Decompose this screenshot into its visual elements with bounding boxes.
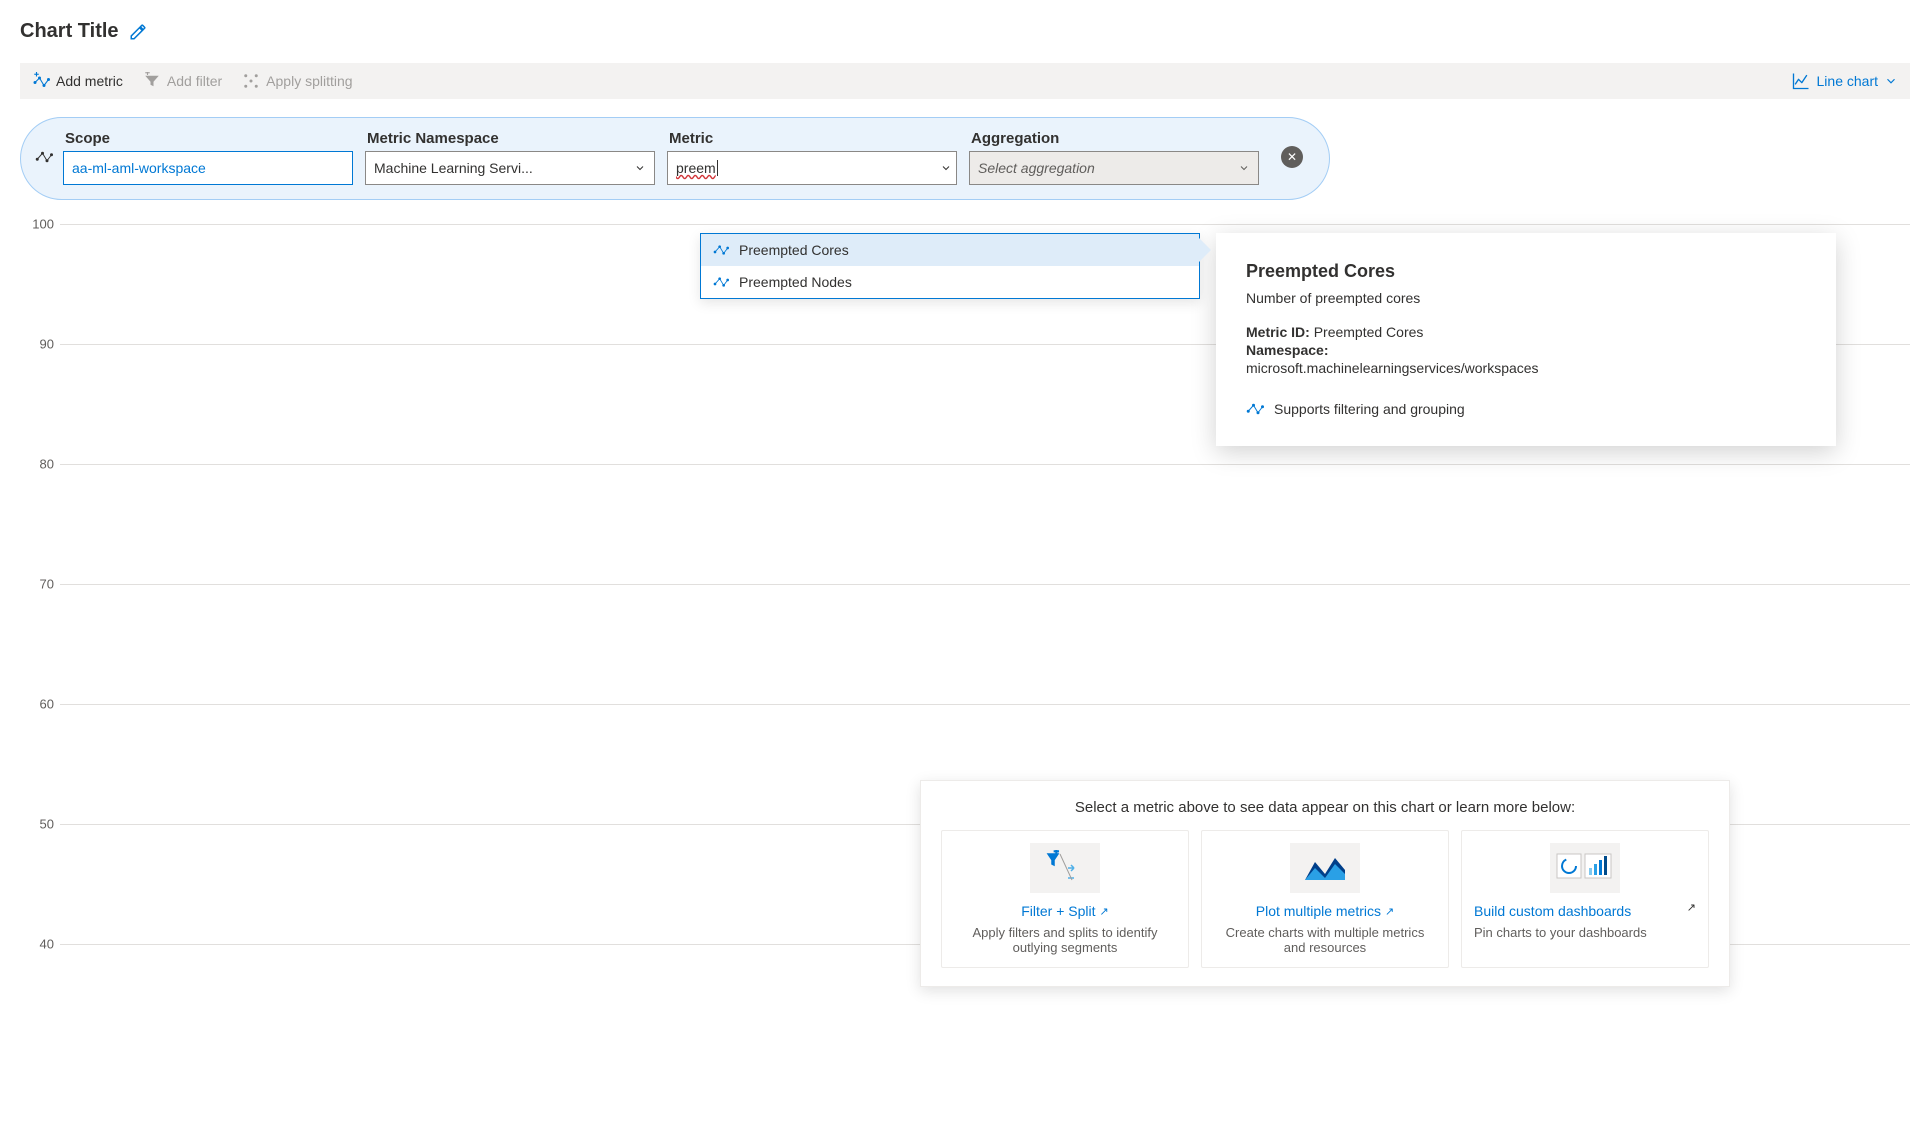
y-axis-tick-label: 100: [20, 217, 54, 232]
dropdown-item-label: Preempted Nodes: [739, 274, 852, 290]
aggregation-select[interactable]: Select aggregation: [969, 151, 1259, 185]
add-metric-button[interactable]: Add metric: [32, 72, 123, 90]
chart-type-button[interactable]: Line chart: [1791, 71, 1898, 91]
scope-select[interactable]: aa-ml-aml-workspace: [63, 151, 353, 185]
tooltip-namespace-label: Namespace:: [1246, 342, 1329, 358]
metric-select[interactable]: preem: [667, 151, 957, 185]
metric-input-value[interactable]: preem: [676, 160, 716, 176]
line-chart-icon: [1791, 71, 1811, 91]
chevron-down-icon: [940, 162, 952, 174]
apply-splitting-icon: [242, 72, 260, 90]
apply-splitting-button[interactable]: Apply splitting: [242, 72, 352, 90]
metric-tooltip-card: Preempted Cores Number of preempted core…: [1216, 233, 1836, 446]
external-link-icon: ↗: [1100, 905, 1109, 918]
promo-card-filter-split[interactable]: + Filter + Split ↗ Apply filters and spl…: [941, 830, 1189, 968]
y-axis-tick-label: 90: [20, 337, 54, 352]
svg-text:+: +: [1054, 850, 1059, 856]
tooltip-namespace-value: microsoft.machinelearningservices/worksp…: [1246, 360, 1806, 376]
add-metric-label: Add metric: [56, 73, 123, 89]
promo-link-label: Filter + Split: [1021, 903, 1095, 919]
gridline: [60, 464, 1910, 465]
chevron-down-icon: [634, 162, 646, 174]
tooltip-supports-text: Supports filtering and grouping: [1274, 401, 1465, 417]
aggregation-placeholder: Select aggregation: [978, 160, 1095, 176]
namespace-label: Metric Namespace: [365, 130, 655, 147]
y-axis-tick-label: 50: [20, 817, 54, 832]
chart-type-label: Line chart: [1817, 73, 1878, 89]
add-filter-icon: [143, 72, 161, 90]
promo-card-dashboards[interactable]: Build custom dashboards ↗ Pin charts to …: [1461, 830, 1709, 968]
gridline: [60, 704, 1910, 705]
promo-header: Select a metric above to see data appear…: [941, 799, 1709, 816]
metric-picker-pill: Scope aa-ml-aml-workspace Metric Namespa…: [20, 117, 1330, 200]
y-axis-tick-label: 80: [20, 457, 54, 472]
namespace-select[interactable]: Machine Learning Servi...: [365, 151, 655, 185]
tooltip-metric-id-label: Metric ID:: [1246, 324, 1310, 340]
metric-item-icon: [713, 242, 729, 258]
dropdown-item-preempted-nodes[interactable]: Preempted Nodes: [701, 266, 1199, 298]
promo-card-plot-multiple[interactable]: Plot multiple metrics ↗ Create charts wi…: [1201, 830, 1449, 968]
learn-more-panel: Select a metric above to see data appear…: [920, 780, 1730, 987]
edit-title-icon[interactable]: [129, 23, 147, 41]
gridline: [60, 584, 1910, 585]
plot-multiple-illustration-icon: [1290, 843, 1360, 893]
metric-label: Metric: [667, 130, 957, 147]
promo-sub: Apply filters and splits to identify out…: [954, 925, 1176, 955]
chevron-down-icon: [1238, 162, 1250, 174]
y-axis-tick-label: 70: [20, 577, 54, 592]
metric-item-icon: [713, 274, 729, 290]
remove-metric-button[interactable]: ✕: [1281, 146, 1303, 168]
add-filter-label: Add filter: [167, 73, 222, 89]
metric-dropdown: Preempted Cores Preempted Nodes: [700, 233, 1200, 299]
filter-split-illustration-icon: +: [1030, 843, 1100, 893]
aggregation-label: Aggregation: [969, 130, 1259, 147]
add-filter-button[interactable]: Add filter: [143, 72, 222, 90]
scope-value: aa-ml-aml-workspace: [72, 160, 206, 176]
external-link-icon: ↗: [1687, 901, 1696, 914]
promo-sub: Create charts with multiple metrics and …: [1214, 925, 1436, 955]
filter-grouping-icon: [1246, 400, 1264, 418]
dropdown-item-label: Preempted Cores: [739, 242, 849, 258]
add-metric-icon: [32, 72, 50, 90]
scope-label: Scope: [63, 130, 353, 147]
external-link-icon: ↗: [1385, 905, 1394, 918]
y-axis-tick-label: 60: [20, 697, 54, 712]
dropdown-item-preempted-cores[interactable]: Preempted Cores: [701, 234, 1199, 266]
page-title: Chart Title: [20, 20, 119, 43]
tooltip-metric-id-value: Preempted Cores: [1314, 324, 1424, 340]
gridline: [60, 224, 1910, 225]
apply-splitting-label: Apply splitting: [266, 73, 352, 89]
promo-sub: Pin charts to your dashboards: [1474, 925, 1696, 940]
dashboard-illustration-icon: [1550, 843, 1620, 893]
tooltip-description: Number of preempted cores: [1246, 290, 1806, 306]
promo-link-label: Plot multiple metrics: [1256, 903, 1381, 919]
promo-link-label: Build custom dashboards: [1474, 903, 1631, 919]
close-icon: ✕: [1287, 150, 1297, 164]
chart-toolbar: Add metric Add filter Apply splitting Li…: [20, 63, 1910, 99]
y-axis-tick-label: 40: [20, 937, 54, 952]
chevron-down-icon: [1884, 74, 1898, 88]
tooltip-title: Preempted Cores: [1246, 261, 1806, 282]
metric-series-icon: [35, 148, 53, 166]
namespace-value: Machine Learning Servi...: [374, 160, 533, 176]
